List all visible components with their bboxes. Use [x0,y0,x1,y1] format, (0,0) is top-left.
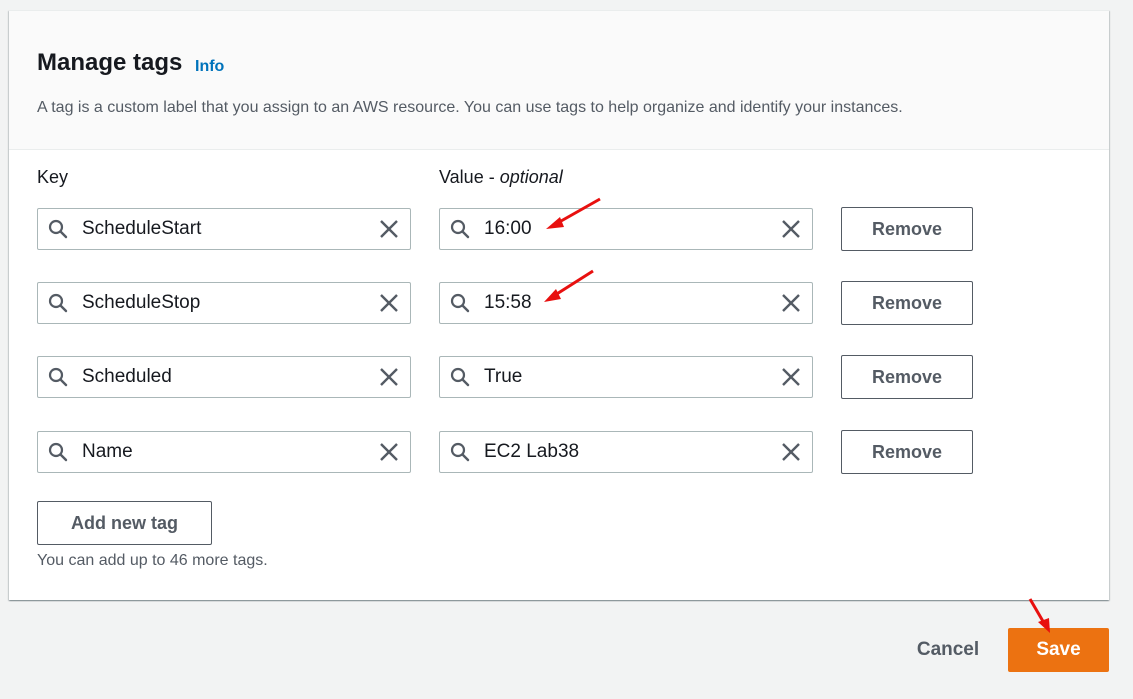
search-icon [48,219,68,239]
tag-value-value: EC2 Lab38 [484,441,580,462]
remove-tag-button[interactable]: Remove [841,355,973,399]
info-link[interactable]: Info [195,58,224,76]
search-icon [450,442,470,462]
tag-key-value: Name [82,441,133,462]
tag-value-value: True [484,366,523,387]
remove-tag-button[interactable]: Remove [841,430,973,474]
search-icon [48,293,68,313]
tag-value-value: 16:00 [484,218,532,239]
close-icon[interactable] [378,441,400,463]
search-icon [48,367,68,387]
tag-key-value: ScheduleStop [82,292,201,313]
search-icon [450,293,470,313]
tag-limit-text: You can add up to 46 more tags. [37,552,268,569]
tag-key-value: ScheduleStart [82,218,202,239]
tag-key-input[interactable]: Name [37,431,411,473]
close-icon[interactable] [378,366,400,388]
optional-label: optional [499,167,563,187]
tag-key-value: Scheduled [82,366,172,387]
value-column-label: Value - optional [439,167,563,187]
panel-header: Manage tags Info A tag is a custom label… [9,11,1109,150]
page-title: Manage tags [37,49,183,76]
tag-key-input[interactable]: Scheduled [37,356,411,398]
tag-value-input[interactable]: 15:58 [439,282,813,324]
close-icon[interactable] [780,218,802,240]
close-icon[interactable] [378,292,400,314]
close-icon[interactable] [378,218,400,240]
tag-value-input[interactable]: True [439,356,813,398]
close-icon[interactable] [780,441,802,463]
tag-value-input[interactable]: EC2 Lab38 [439,431,813,473]
key-column-label: Key [37,167,69,187]
close-icon[interactable] [780,366,802,388]
tag-key-input[interactable]: ScheduleStart [37,208,411,250]
save-button[interactable]: Save [1008,628,1109,672]
cancel-button[interactable]: Cancel [900,628,996,672]
remove-tag-button[interactable]: Remove [841,281,973,325]
add-new-tag-button[interactable]: Add new tag [37,501,212,545]
close-icon[interactable] [780,292,802,314]
remove-tag-button[interactable]: Remove [841,207,973,251]
search-icon [450,367,470,387]
tag-key-input[interactable]: ScheduleStop [37,282,411,324]
tag-value-value: 15:58 [484,292,532,313]
tag-value-input[interactable]: 16:00 [439,208,813,250]
panel-description: A tag is a custom label that you assign … [37,99,903,116]
search-icon [48,442,68,462]
search-icon [450,219,470,239]
